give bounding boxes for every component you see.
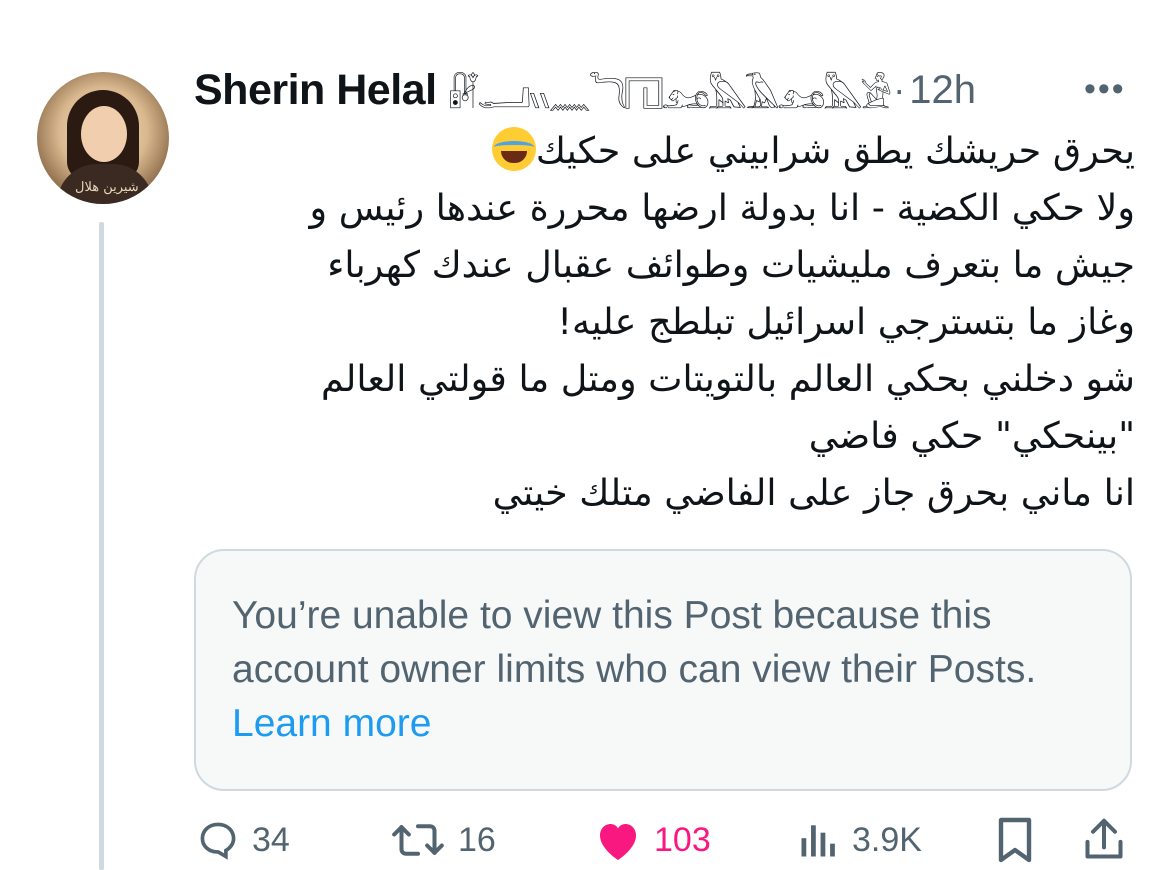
post-text-line: وغاز ما بتسترجي اسرائيل تبلطج عليه! [557, 300, 1135, 343]
author-name[interactable]: Sherin Helal [194, 66, 437, 115]
tears-of-joy-emoji-icon [491, 127, 536, 171]
avatar-face [81, 106, 127, 162]
post-text-line: انا ماني بحرق جاز على الفاضي متلك خيتي [492, 471, 1135, 514]
avatar-signature: شيرين هلال [75, 180, 139, 195]
author-handle-glyphs[interactable]: 𓏞𓂝𓏭𓈖𓆓𓉔𓃭𓅓𓄿𓃭𓅓𓀀 [449, 60, 893, 120]
reply-count: 34 [252, 820, 290, 859]
bookmark-icon [998, 817, 1032, 863]
more-options-icon[interactable]: ••• [1084, 70, 1126, 109]
post-text-line-1: يحرق حريشك يطق شرابيني على حكيك [535, 129, 1135, 172]
share-button[interactable] [1082, 810, 1126, 870]
post-header: Sherin Helal 𓏞𓂝𓏭𓈖𓆓𓉔𓃭𓅓𓄿𓃭𓅓𓀀 · 12h [194, 62, 976, 118]
post-text-line: يحرق حريشك يطق شرابيني على حكيك [205, 122, 1135, 179]
repost-button[interactable]: 16 [390, 810, 496, 870]
separator-dot: · [893, 69, 906, 110]
action-bar: 34 16 103 3.9K [0, 810, 1169, 870]
learn-more-link[interactable]: Learn more [232, 702, 431, 745]
bookmark-button[interactable] [995, 810, 1035, 870]
unavailable-quoted-post-card: You’re unable to view this Post because … [194, 549, 1132, 791]
post-text-line: ولا حكي الكضية - انا بدولة ارضها محررة ع… [309, 186, 1135, 229]
repost-count: 16 [458, 820, 496, 859]
post-text: يحرق حريشك يطق شرابيني على حكيك ولا حكي … [205, 122, 1135, 521]
reply-button[interactable]: 34 [196, 810, 290, 870]
post-text-line: "بينحكي" حكي فاضي [808, 414, 1135, 457]
unavailable-message-text: You’re unable to view this Post because … [232, 594, 1037, 691]
heart-icon [600, 824, 636, 860]
like-button[interactable]: 103 [594, 810, 711, 870]
views-count: 3.9K [852, 820, 922, 859]
share-icon [1085, 818, 1123, 859]
like-count: 103 [654, 820, 711, 859]
views-button[interactable]: 3.9K [796, 810, 922, 870]
views-chart-icon [801, 825, 835, 857]
unavailable-message: You’re unable to view this Post because … [232, 589, 1102, 751]
post-text-line: شو دخلني بحكي العالم بالتويتات ومتل ما ق… [321, 357, 1135, 400]
post-text-line: جيش ما بتعرف مليشيات وطوائف عقبال عندك ك… [327, 243, 1135, 286]
reply-icon [200, 822, 236, 860]
repost-icon [392, 824, 444, 856]
post-time[interactable]: 12h [909, 68, 976, 113]
avatar[interactable]: شيرين هلال [37, 72, 169, 204]
thread-line [99, 222, 104, 870]
